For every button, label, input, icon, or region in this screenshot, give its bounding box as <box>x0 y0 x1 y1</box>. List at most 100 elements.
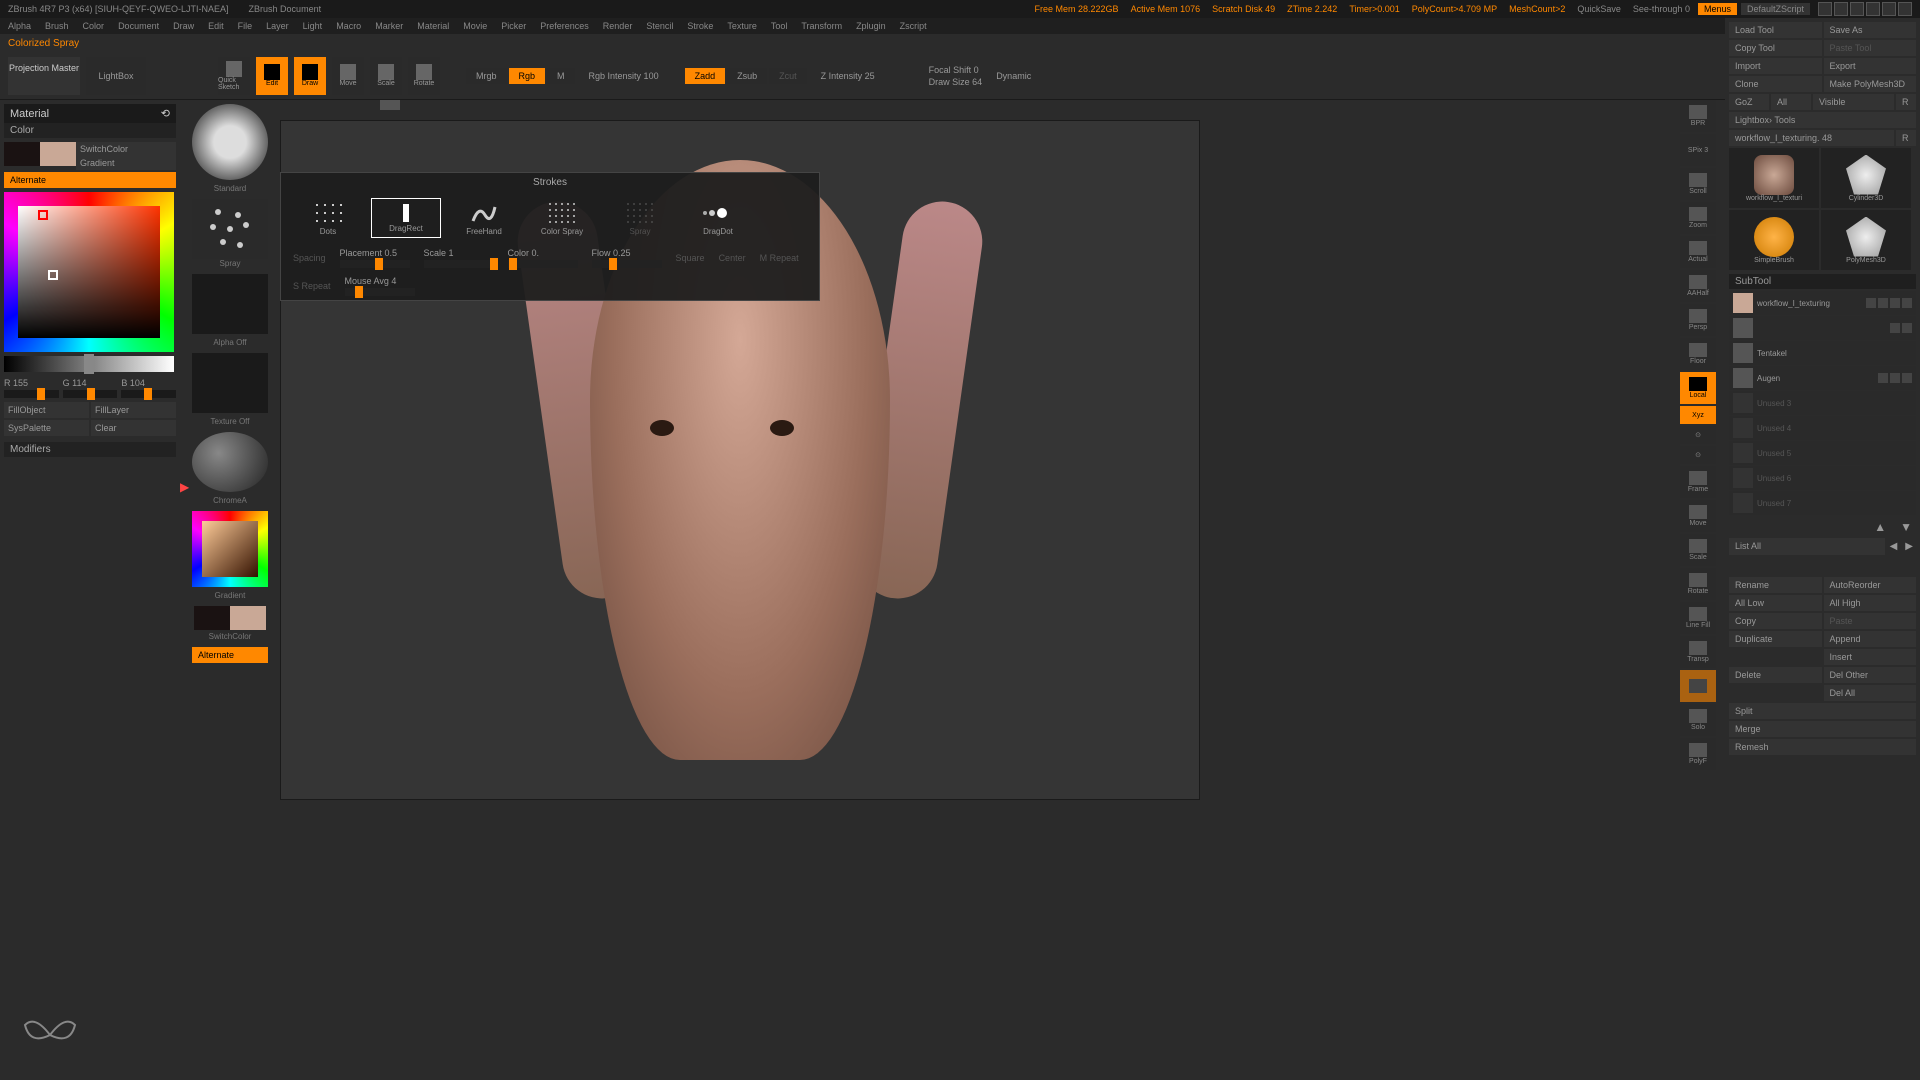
menu-render[interactable]: Render <box>603 21 633 31</box>
autoreorder-button[interactable]: AutoReorder <box>1824 577 1917 593</box>
seethrough-slider[interactable]: See-through 0 <box>1633 4 1690 14</box>
mouseavg-slider[interactable]: Mouse Avg 4 <box>345 276 415 286</box>
square-toggle[interactable]: Square <box>676 253 705 263</box>
alternate-button[interactable]: Alternate <box>4 172 176 188</box>
delother-button[interactable]: Del Other <box>1824 667 1917 683</box>
goz-r-button[interactable]: R <box>1896 94 1916 110</box>
nav-right-icon[interactable]: ▶ <box>1902 538 1916 555</box>
pastetool-button[interactable]: Paste Tool <box>1824 40 1917 56</box>
stroke-thumbnail[interactable] <box>192 199 268 259</box>
focal-shift-slider[interactable]: Focal Shift 0 <box>929 65 983 75</box>
win-btn-3[interactable] <box>1850 2 1864 16</box>
move-button[interactable]: Move <box>332 57 364 95</box>
delall-button[interactable]: Del All <box>1824 685 1917 701</box>
mrgb-button[interactable]: Mrgb <box>466 68 507 84</box>
draw-button[interactable]: Draw <box>294 57 326 95</box>
subtool-row-8[interactable]: Unused 6 <box>1729 466 1916 490</box>
menu-macro[interactable]: Macro <box>336 21 361 31</box>
linefill-button[interactable]: Line Fill <box>1680 602 1716 634</box>
stroke-dots[interactable]: Dots <box>293 198 363 238</box>
axis-y-button[interactable]: ⊙ <box>1680 426 1716 444</box>
menu-stroke[interactable]: Stroke <box>687 21 713 31</box>
clone-button[interactable]: Clone <box>1729 76 1822 92</box>
quicksave-button[interactable]: QuickSave <box>1577 4 1621 14</box>
flow-slider[interactable]: Flow 0.25 <box>592 248 662 258</box>
center-toggle[interactable]: Center <box>719 253 746 263</box>
default-zscript[interactable]: DefaultZScript <box>1741 3 1810 15</box>
subtool-row-1[interactable]: workflow_I_texturing <box>1729 291 1916 315</box>
menu-movie[interactable]: Movie <box>463 21 487 31</box>
saveas-button[interactable]: Save As <box>1824 22 1917 38</box>
stroke-spray[interactable]: Spray <box>605 198 675 238</box>
rename-button[interactable]: Rename <box>1729 577 1822 593</box>
tool-thumb-1[interactable]: workflow_I_texturi <box>1729 148 1819 208</box>
allhigh-button[interactable]: All High <box>1824 595 1917 611</box>
fillobject-button[interactable]: FillObject <box>4 402 89 418</box>
export-button[interactable]: Export <box>1824 58 1917 74</box>
solo-button[interactable]: Solo <box>1680 704 1716 736</box>
mini-alternate-button[interactable]: Alternate <box>192 647 268 663</box>
menu-material[interactable]: Material <box>417 21 449 31</box>
tool-name[interactable]: workflow_I_texturing. 48 <box>1729 130 1894 146</box>
frame-button[interactable]: Frame <box>1680 466 1716 498</box>
listall-button[interactable]: List All <box>1729 538 1885 555</box>
subtool-up-icon[interactable]: ▲ <box>1874 520 1886 534</box>
remesh-button[interactable]: Remesh <box>1729 739 1916 755</box>
tool-thumb-3[interactable]: SimpleBrush <box>1729 210 1819 270</box>
menu-file[interactable]: File <box>238 21 253 31</box>
alpha-thumbnail[interactable] <box>192 274 268 334</box>
floor-button[interactable]: Floor <box>1680 338 1716 370</box>
menu-alpha[interactable]: Alpha <box>8 21 31 31</box>
color-subheader[interactable]: Color <box>4 123 176 138</box>
menu-preferences[interactable]: Preferences <box>540 21 589 31</box>
color-slider[interactable]: Color 0. <box>508 248 578 258</box>
z-intensity-slider[interactable]: Z Intensity 25 <box>821 71 875 81</box>
import-button[interactable]: Import <box>1729 58 1822 74</box>
subtool-header[interactable]: SubTool <box>1729 274 1916 289</box>
zcut-button[interactable]: Zcut <box>769 68 807 84</box>
menu-zscript[interactable]: Zscript <box>900 21 927 31</box>
r-value[interactable]: R 155 <box>4 376 59 390</box>
scale-nav-button[interactable]: Scale <box>1680 534 1716 566</box>
stroke-freehand[interactable]: FreeHand <box>449 198 519 238</box>
menu-tool[interactable]: Tool <box>771 21 788 31</box>
persp-button[interactable]: Persp <box>1680 304 1716 336</box>
makepoly-button[interactable]: Make PolyMesh3D <box>1824 76 1917 92</box>
goz-all-button[interactable]: All <box>1771 94 1811 110</box>
maximize-button[interactable] <box>1882 2 1896 16</box>
loadtool-button[interactable]: Load Tool <box>1729 22 1822 38</box>
projection-master-button[interactable]: Projection Master <box>8 57 80 95</box>
split-button[interactable]: Split <box>1729 703 1916 719</box>
merge-button[interactable]: Merge <box>1729 721 1916 737</box>
axis-z-button[interactable]: ⊙ <box>1680 446 1716 464</box>
draw-size-slider[interactable]: Draw Size 64 <box>929 77 983 87</box>
rgb-button[interactable]: Rgb <box>509 68 546 84</box>
menu-stencil[interactable]: Stencil <box>646 21 673 31</box>
texture-thumbnail[interactable] <box>192 353 268 413</box>
stroke-dragdot[interactable]: DragDot <box>683 198 753 238</box>
subtool-row-9[interactable]: Unused 7 <box>1729 491 1916 515</box>
minimize-button[interactable] <box>1866 2 1880 16</box>
switchcolor-button[interactable]: SwitchColor <box>76 142 176 156</box>
menu-zplugin[interactable]: Zplugin <box>856 21 886 31</box>
ghost-button[interactable] <box>1680 670 1716 702</box>
stroke-dragrect[interactable]: DragRect <box>371 198 441 238</box>
quick-sketch-button[interactable]: Quick Sketch <box>218 57 250 95</box>
subtool-row-3[interactable]: Tentakel <box>1729 341 1916 365</box>
append-button[interactable]: Append <box>1824 631 1917 647</box>
edit-button[interactable]: Edit <box>256 57 288 95</box>
syspalette-button[interactable]: SysPalette <box>4 420 89 436</box>
nav-left-icon[interactable]: ◀ <box>1887 538 1901 555</box>
alllow-button[interactable]: All Low <box>1729 595 1822 611</box>
lightbox-button[interactable]: LightBox <box>86 57 146 95</box>
copytool-button[interactable]: Copy Tool <box>1729 40 1822 56</box>
mini-switchcolor[interactable]: SwitchColor <box>188 632 272 641</box>
subtool-row-7[interactable]: Unused 5 <box>1729 441 1916 465</box>
filllayer-button[interactable]: FillLayer <box>91 402 176 418</box>
grayscale-slider[interactable] <box>4 356 174 372</box>
material-thumbnail[interactable] <box>192 432 268 492</box>
color-picker[interactable] <box>4 192 174 352</box>
delete-button[interactable]: Delete <box>1729 667 1822 683</box>
mini-color-picker[interactable] <box>192 511 268 587</box>
menu-edit[interactable]: Edit <box>208 21 224 31</box>
